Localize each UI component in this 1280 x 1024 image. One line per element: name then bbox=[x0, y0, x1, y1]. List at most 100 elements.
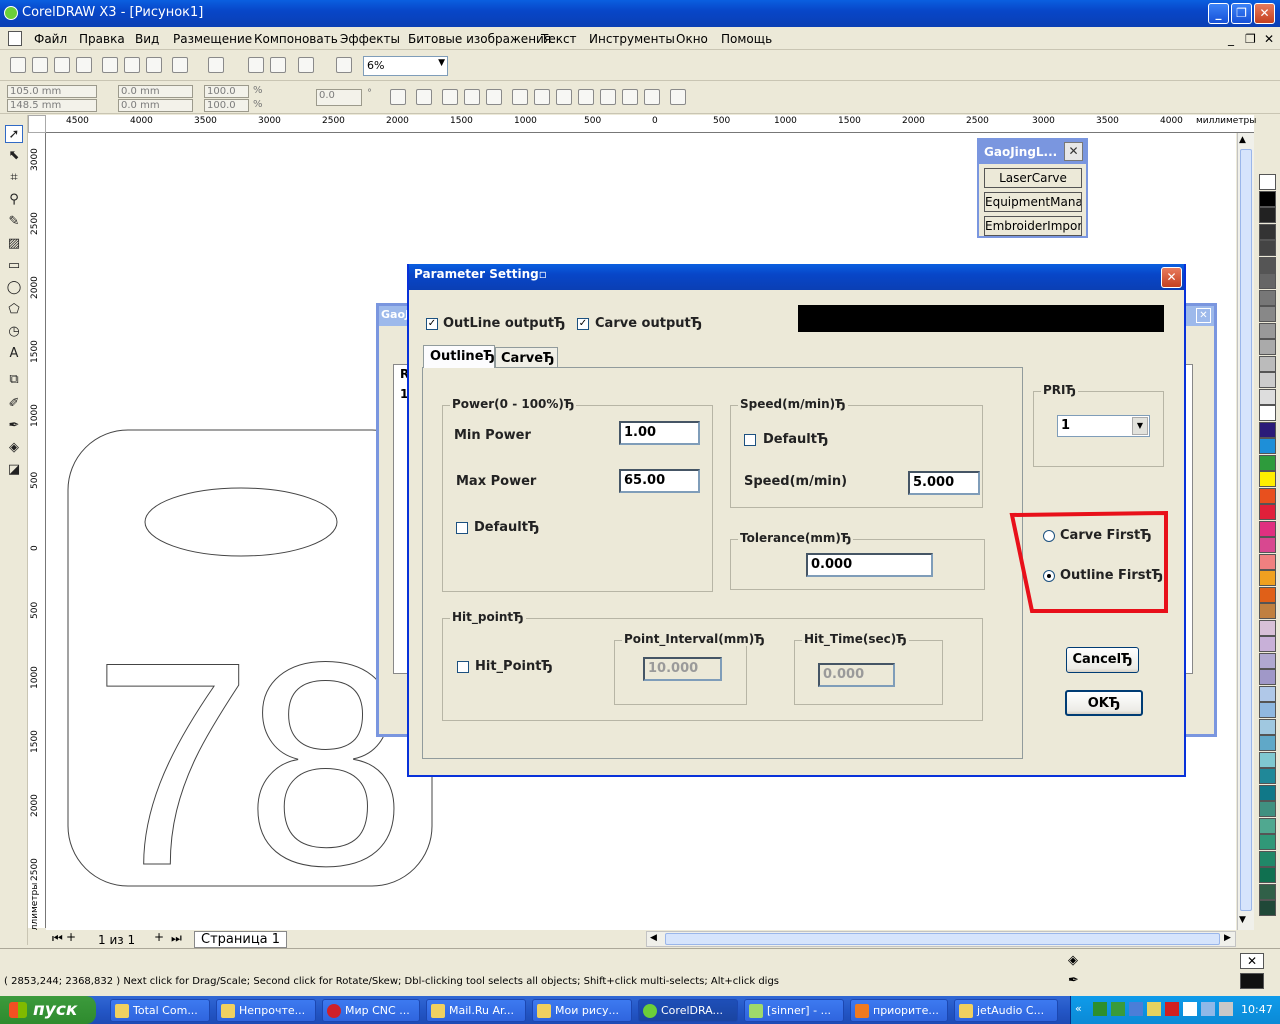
pri-select[interactable]: 1 ▼ bbox=[1057, 415, 1150, 437]
color-swatch[interactable] bbox=[1259, 900, 1276, 916]
rectangle-tool-icon[interactable]: ▭ bbox=[5, 257, 23, 275]
tray-icon[interactable] bbox=[1165, 1002, 1179, 1016]
simplify-icon[interactable] bbox=[578, 89, 594, 105]
smart-fill-icon[interactable]: ▨ bbox=[5, 235, 23, 253]
import-icon[interactable] bbox=[248, 57, 264, 73]
hit-point-checkbox[interactable] bbox=[457, 661, 469, 673]
scroll-up-icon[interactable]: ▲ bbox=[1239, 135, 1246, 145]
menu-layout[interactable]: Размещение bbox=[173, 32, 252, 46]
zoom-tool-icon[interactable]: ⚲ bbox=[5, 191, 23, 209]
color-swatch[interactable] bbox=[1259, 174, 1276, 190]
taskbar-item[interactable]: Total Com... bbox=[110, 999, 210, 1022]
crop-tool-icon[interactable]: ⌗ bbox=[5, 169, 23, 187]
export-icon[interactable] bbox=[270, 57, 286, 73]
taskbar-item[interactable]: Непрочте... bbox=[216, 999, 316, 1022]
trim-icon[interactable] bbox=[534, 89, 550, 105]
menu-arrange[interactable]: Компоновать bbox=[254, 32, 338, 46]
shape-tool-icon[interactable]: ⬉ bbox=[5, 147, 23, 165]
combine-icon[interactable] bbox=[464, 89, 480, 105]
tab-outline[interactable]: OutlineЂ bbox=[423, 345, 495, 368]
undo-icon[interactable] bbox=[172, 57, 188, 73]
taskbar-item[interactable]: Мои рису... bbox=[532, 999, 632, 1022]
doc-restore-button[interactable]: ❐ bbox=[1245, 32, 1256, 46]
menu-view[interactable]: Вид bbox=[135, 32, 159, 46]
y-position-field[interactable]: 148.5 mm bbox=[7, 99, 97, 112]
color-swatch[interactable] bbox=[1259, 685, 1276, 702]
menu-edit[interactable]: Правка bbox=[79, 32, 125, 46]
vertical-scroll-thumb[interactable] bbox=[1240, 149, 1252, 911]
vertical-scrollbar[interactable]: ▲ ▼ bbox=[1237, 133, 1254, 930]
add-page-before-icon[interactable]: + bbox=[66, 930, 76, 944]
color-swatch[interactable] bbox=[1259, 504, 1276, 520]
color-swatch[interactable] bbox=[1259, 223, 1276, 240]
menu-help[interactable]: Помощь bbox=[721, 32, 772, 46]
color-swatch[interactable] bbox=[1259, 372, 1276, 388]
carve-output-checkbox[interactable]: ✓ bbox=[577, 318, 589, 330]
color-swatch[interactable] bbox=[1259, 256, 1276, 273]
interactive-fill-icon[interactable]: ◪ bbox=[5, 461, 23, 479]
scale-x-field[interactable]: 100.0 bbox=[204, 85, 249, 98]
eyedropper-icon[interactable]: ✐ bbox=[5, 395, 23, 413]
open-icon[interactable] bbox=[32, 57, 48, 73]
color-swatch[interactable] bbox=[1259, 784, 1276, 801]
menu-file[interactable]: Файл bbox=[34, 32, 67, 46]
tray-icon[interactable] bbox=[1093, 1002, 1107, 1016]
text-tool-icon[interactable]: A bbox=[5, 345, 23, 363]
tray-expand-icon[interactable]: « bbox=[1075, 1002, 1082, 1015]
color-swatch[interactable] bbox=[1259, 570, 1276, 586]
color-swatch[interactable] bbox=[1259, 636, 1276, 652]
color-swatch[interactable] bbox=[1259, 850, 1276, 867]
color-swatch[interactable] bbox=[1259, 669, 1276, 685]
tray-icon[interactable] bbox=[1111, 1002, 1125, 1016]
ungroup-icon[interactable] bbox=[442, 89, 458, 105]
embroider-import-button[interactable]: EmbroiderImport bbox=[984, 216, 1082, 236]
taskbar-item[interactable]: jetAudio C... bbox=[954, 999, 1058, 1022]
interactive-tool-icon[interactable]: ⧉ bbox=[5, 371, 23, 389]
angle-field[interactable]: 0.0 bbox=[316, 89, 362, 106]
redo-icon[interactable] bbox=[208, 57, 224, 73]
cut-icon[interactable] bbox=[102, 57, 118, 73]
taskbar-item[interactable]: CorelDRA... bbox=[638, 999, 738, 1022]
cancel-button[interactable]: CancelЂ bbox=[1066, 647, 1139, 673]
hit-time-input[interactable]: 0.000 bbox=[818, 663, 895, 687]
scale-y-field[interactable]: 100.0 bbox=[204, 99, 249, 112]
polygon-tool-icon[interactable]: ⬠ bbox=[5, 301, 23, 319]
color-swatch[interactable] bbox=[1259, 520, 1276, 537]
equipment-manager-button[interactable]: EquipmentManag bbox=[984, 192, 1082, 212]
welcome-icon[interactable] bbox=[336, 57, 352, 73]
tab-page-1[interactable]: Страница 1 bbox=[194, 931, 288, 948]
close-icon[interactable]: ✕ bbox=[1064, 142, 1083, 161]
horizontal-scrollbar[interactable]: ◀ ▶ bbox=[646, 931, 1236, 947]
color-swatch[interactable] bbox=[1259, 273, 1276, 289]
color-swatch[interactable] bbox=[1259, 339, 1276, 355]
first-page-icon[interactable]: ⏮ bbox=[52, 931, 63, 946]
weld-icon[interactable] bbox=[512, 89, 528, 105]
laser-carve-button[interactable]: LaserCarve bbox=[984, 168, 1082, 188]
menu-window[interactable]: Окно bbox=[676, 32, 708, 46]
last-page-icon[interactable]: ⏭ bbox=[171, 931, 182, 946]
color-swatch[interactable] bbox=[1259, 240, 1276, 256]
color-swatch[interactable] bbox=[1259, 454, 1276, 471]
color-swatch[interactable] bbox=[1259, 322, 1276, 339]
color-swatch[interactable] bbox=[1259, 768, 1276, 784]
horizontal-ruler[interactable]: 4500 4000 3500 3000 2500 2000 1500 1000 … bbox=[46, 115, 1256, 133]
color-swatch[interactable] bbox=[1259, 619, 1276, 636]
tolerance-input[interactable]: 0.000 bbox=[806, 553, 933, 577]
break-apart-icon[interactable] bbox=[486, 89, 502, 105]
dialog-close-button[interactable]: ✕ bbox=[1161, 267, 1182, 288]
digits-text-shape[interactable]: 78 bbox=[92, 619, 408, 910]
intersect-icon[interactable] bbox=[556, 89, 572, 105]
restore-button[interactable]: ❐ bbox=[1231, 3, 1252, 24]
speed-default-checkbox[interactable] bbox=[744, 434, 756, 446]
color-swatch[interactable] bbox=[1259, 652, 1276, 669]
ok-button[interactable]: OKЂ bbox=[1065, 690, 1143, 716]
color-swatch[interactable] bbox=[1259, 388, 1276, 405]
color-swatch[interactable] bbox=[1259, 421, 1276, 438]
scroll-down-icon[interactable]: ▼ bbox=[1239, 915, 1246, 925]
scroll-right-icon[interactable]: ▶ bbox=[1224, 933, 1231, 943]
close-icon[interactable]: ✕ bbox=[1196, 308, 1211, 323]
save-icon[interactable] bbox=[54, 57, 70, 73]
vertical-ruler[interactable]: 3000 2500 2000 1500 1000 500 0 500 1000 … bbox=[28, 133, 46, 943]
color-swatch[interactable] bbox=[1259, 487, 1276, 504]
outline-pen-icon[interactable]: ✒ bbox=[5, 417, 23, 435]
